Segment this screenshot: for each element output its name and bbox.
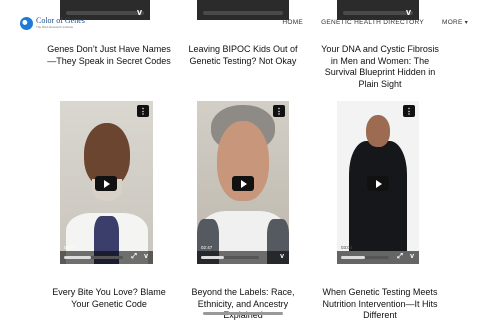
progress-fill [201, 256, 225, 259]
video-player-1[interactable]: ⋮ 02:47 ⤢ v [60, 101, 153, 264]
video-duration: 02:47 [201, 245, 213, 250]
menu-icon[interactable]: ⋮ [273, 105, 285, 117]
nav-genetic-health-directory[interactable]: GENETIC HEALTH DIRECTORY [321, 19, 424, 26]
video-title[interactable]: When Genetic Testing Meets Nutrition Int… [312, 287, 448, 320]
vimeo-icon: v [405, 7, 411, 17]
video-title[interactable]: Genes Don’t Just Have Names —They Speak … [40, 44, 178, 67]
progress-bar[interactable] [64, 256, 123, 259]
video-duration: 02:47 [64, 245, 76, 250]
video-title[interactable]: Leaving BIPOC Kids Out of Genetic Testin… [178, 44, 308, 67]
vimeo-icon[interactable]: v [144, 253, 148, 260]
person-shirt [349, 141, 407, 251]
video-title[interactable]: Every Bite You Love? Blame Your Genetic … [40, 287, 178, 310]
video-thumb-prev-3[interactable]: v [337, 0, 419, 20]
menu-icon[interactable]: ⋮ [403, 105, 415, 117]
nav-more[interactable]: MORE ▾ [442, 19, 468, 26]
video-controls: ⤢ v [60, 251, 153, 264]
progress-fill [341, 256, 365, 259]
video-player-3[interactable]: ⋮ 03:03 ⤢ v [337, 101, 419, 264]
logo-icon [20, 16, 33, 30]
chevron-down-icon: ▾ [464, 20, 468, 26]
video-controls: v [197, 251, 289, 264]
progress-bar[interactable] [203, 11, 283, 15]
fullscreen-icon[interactable]: ⤢ [131, 253, 137, 261]
menu-icon[interactable]: ⋮ [137, 105, 149, 117]
fullscreen-icon[interactable]: ⤢ [397, 253, 403, 261]
progress-bar[interactable] [201, 256, 259, 259]
video-controls: ⤢ v [337, 251, 419, 264]
progress-bar[interactable] [343, 11, 413, 15]
person-head [366, 115, 390, 147]
video-duration: 03:03 [341, 245, 353, 250]
home-indicator [203, 312, 283, 315]
site-logo[interactable]: Color of Genes The DNA Research Institut… [20, 14, 85, 32]
video-player-2[interactable]: ⋮ 02:47 v [197, 101, 289, 264]
progress-bar[interactable] [341, 256, 389, 259]
video-title[interactable]: Beyond the Labels: Race, Ethnicity, and … [178, 287, 308, 320]
nav-home[interactable]: HOME [282, 19, 303, 26]
logo-text: Color of Genes [36, 16, 85, 25]
progress-fill [64, 256, 91, 259]
logo-subtext: The DNA Research Institute [36, 25, 74, 29]
video-title[interactable]: Your DNA and Cystic Fibrosis in Men and … [312, 44, 448, 90]
play-icon[interactable] [232, 176, 254, 191]
main-nav: HOME GENETIC HEALTH DIRECTORY MORE ▾ [282, 19, 468, 26]
play-icon[interactable] [367, 176, 389, 191]
vimeo-icon[interactable]: v [410, 253, 414, 260]
vimeo-icon[interactable]: v [280, 253, 284, 260]
nav-more-label: MORE [441, 19, 463, 26]
video-thumb-prev-2[interactable] [197, 0, 289, 20]
vimeo-icon: v [136, 7, 142, 17]
play-icon[interactable] [95, 176, 117, 191]
